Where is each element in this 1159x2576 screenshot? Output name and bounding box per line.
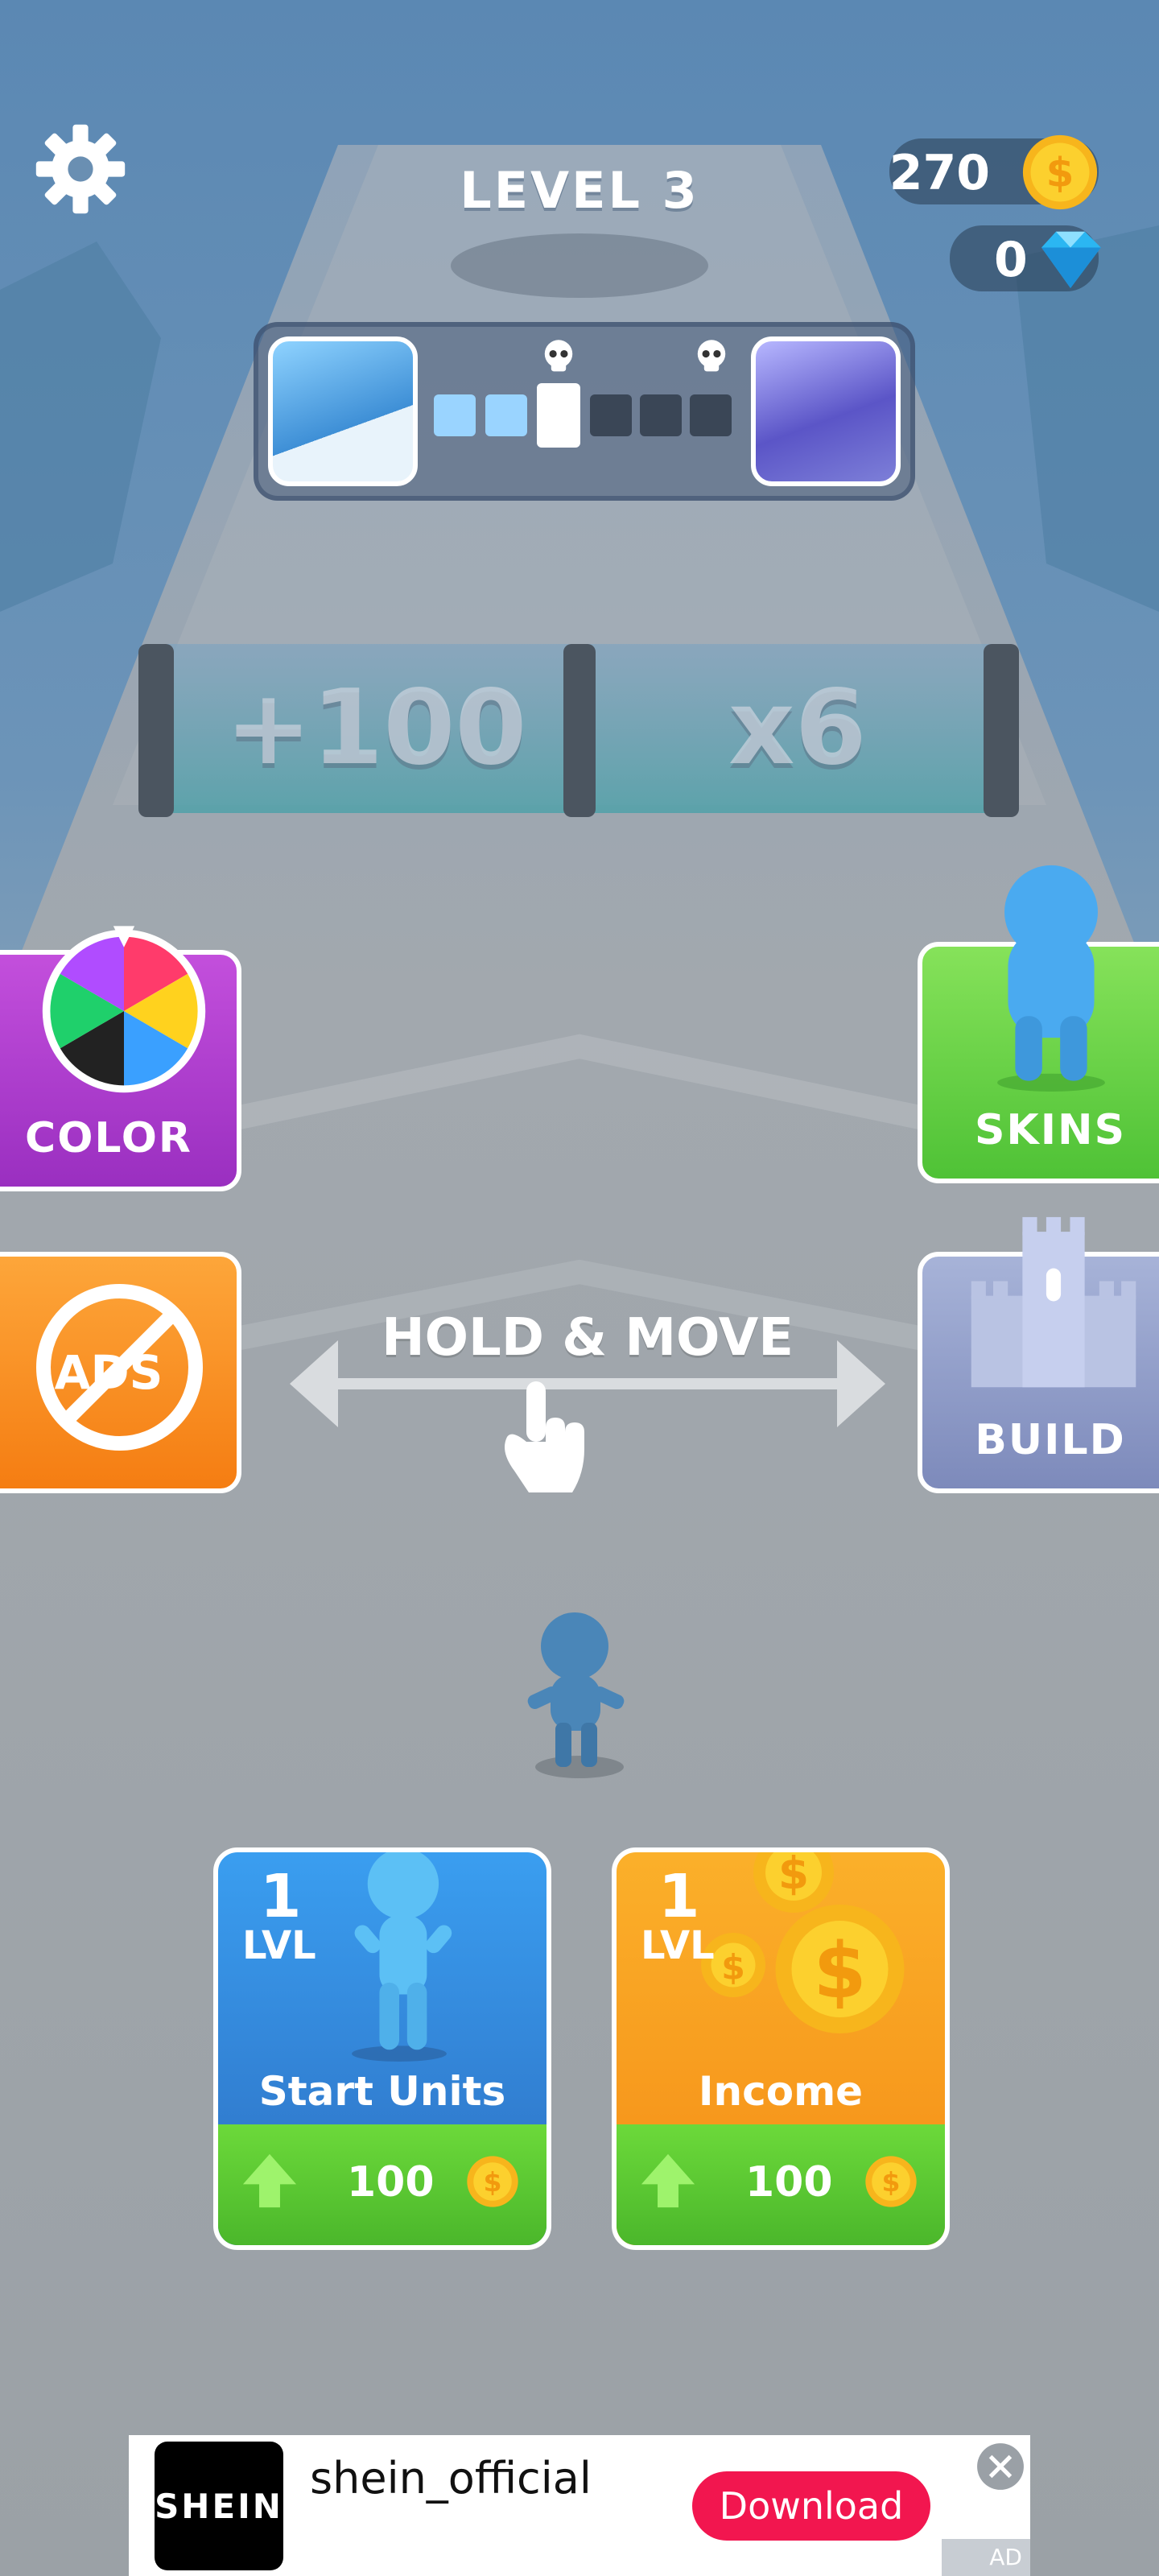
start-units-title: Start Units [258,2068,506,2115]
ad-download-button[interactable]: Download [692,2471,930,2541]
build-button[interactable]: BUILD [918,1216,1159,1493]
arrow-up-icon [641,2153,695,2208]
svg-text:$: $ [882,2166,901,2198]
gate-left-bonus: +100 [225,668,527,788]
ad-label-badge: AD [942,2539,1030,2576]
skins-button-label: SKINS [974,1106,1127,1154]
level-progress-panel [254,322,915,501]
progress-segment [690,394,732,436]
gem-counter: 0 [950,225,1101,291]
coin-counter: 270 $ [889,134,1099,210]
income-title: Income [698,2068,864,2115]
start-units-cost: 100 [347,2158,435,2207]
coin-icon: $ [1022,134,1098,210]
coin-icon: $ [467,2156,518,2207]
progress-segment-current [537,383,580,448]
unit-figure-icon [352,1852,452,2062]
coins-stack-icon: $ $ $ [701,1847,905,2033]
svg-text:$: $ [484,2166,502,2198]
svg-text:$: $ [778,1847,809,1899]
ads-label: ADS [54,1345,163,1400]
build-button-label: BUILD [975,1416,1126,1464]
income-buy-bar[interactable]: 100 $ [617,2124,945,2245]
castle-icon [971,1216,1136,1388]
start-units-buy-bar[interactable]: 100 $ [218,2124,547,2245]
ad-banner[interactable]: SHEIN shein_official Download AD [129,2435,1030,2576]
income-cost: 100 [745,2158,833,2207]
start-units-upgrade-card[interactable]: 1 LVL Start Units 100 $ [213,1847,551,2250]
remove-ads-button[interactable]: ADS [0,1252,241,1493]
advertiser-logo: SHEIN [155,2442,283,2570]
skull-icon [697,340,726,372]
level-title: LEVEL 3 [460,161,699,220]
progress-segment [485,394,527,436]
progress-segment [434,394,476,436]
gem-count: 0 [994,232,1028,288]
svg-text:$: $ [1046,149,1074,196]
coin-icon: $ [865,2156,917,2207]
gear-icon[interactable] [32,121,129,217]
skull-icon [544,340,573,372]
progress-segment [590,394,632,436]
skins-button[interactable]: SKINS [918,865,1159,1183]
svg-text:$: $ [721,1949,745,1988]
income-upgrade-card[interactable]: $ $ $ 1 LVL Income 100 $ [612,1847,950,2250]
diamond-icon [1041,231,1101,288]
income-level: 1 [658,1862,700,1931]
current-stage-thumbnail [268,336,418,486]
arrow-up-icon [242,2153,297,2208]
start-units-level: 1 [260,1862,302,1931]
color-wheel-icon [42,926,206,1093]
character-skin-icon [997,865,1105,1092]
boss-stage-thumbnail [751,336,901,486]
close-icon[interactable] [975,2442,1025,2491]
income-level-label: LVL [641,1923,715,1968]
start-units-level-label: LVL [242,1923,316,1968]
svg-text:$: $ [813,1927,866,2016]
gate-right-multiplier: x6 [728,668,867,788]
color-button-label: COLOR [25,1114,192,1162]
coin-count: 270 [889,145,990,201]
progress-segment [640,394,682,436]
pointing-hand-icon [505,1381,584,1492]
color-button[interactable]: COLOR [0,926,241,1191]
advertiser-name: shein_official [310,2453,592,2504]
